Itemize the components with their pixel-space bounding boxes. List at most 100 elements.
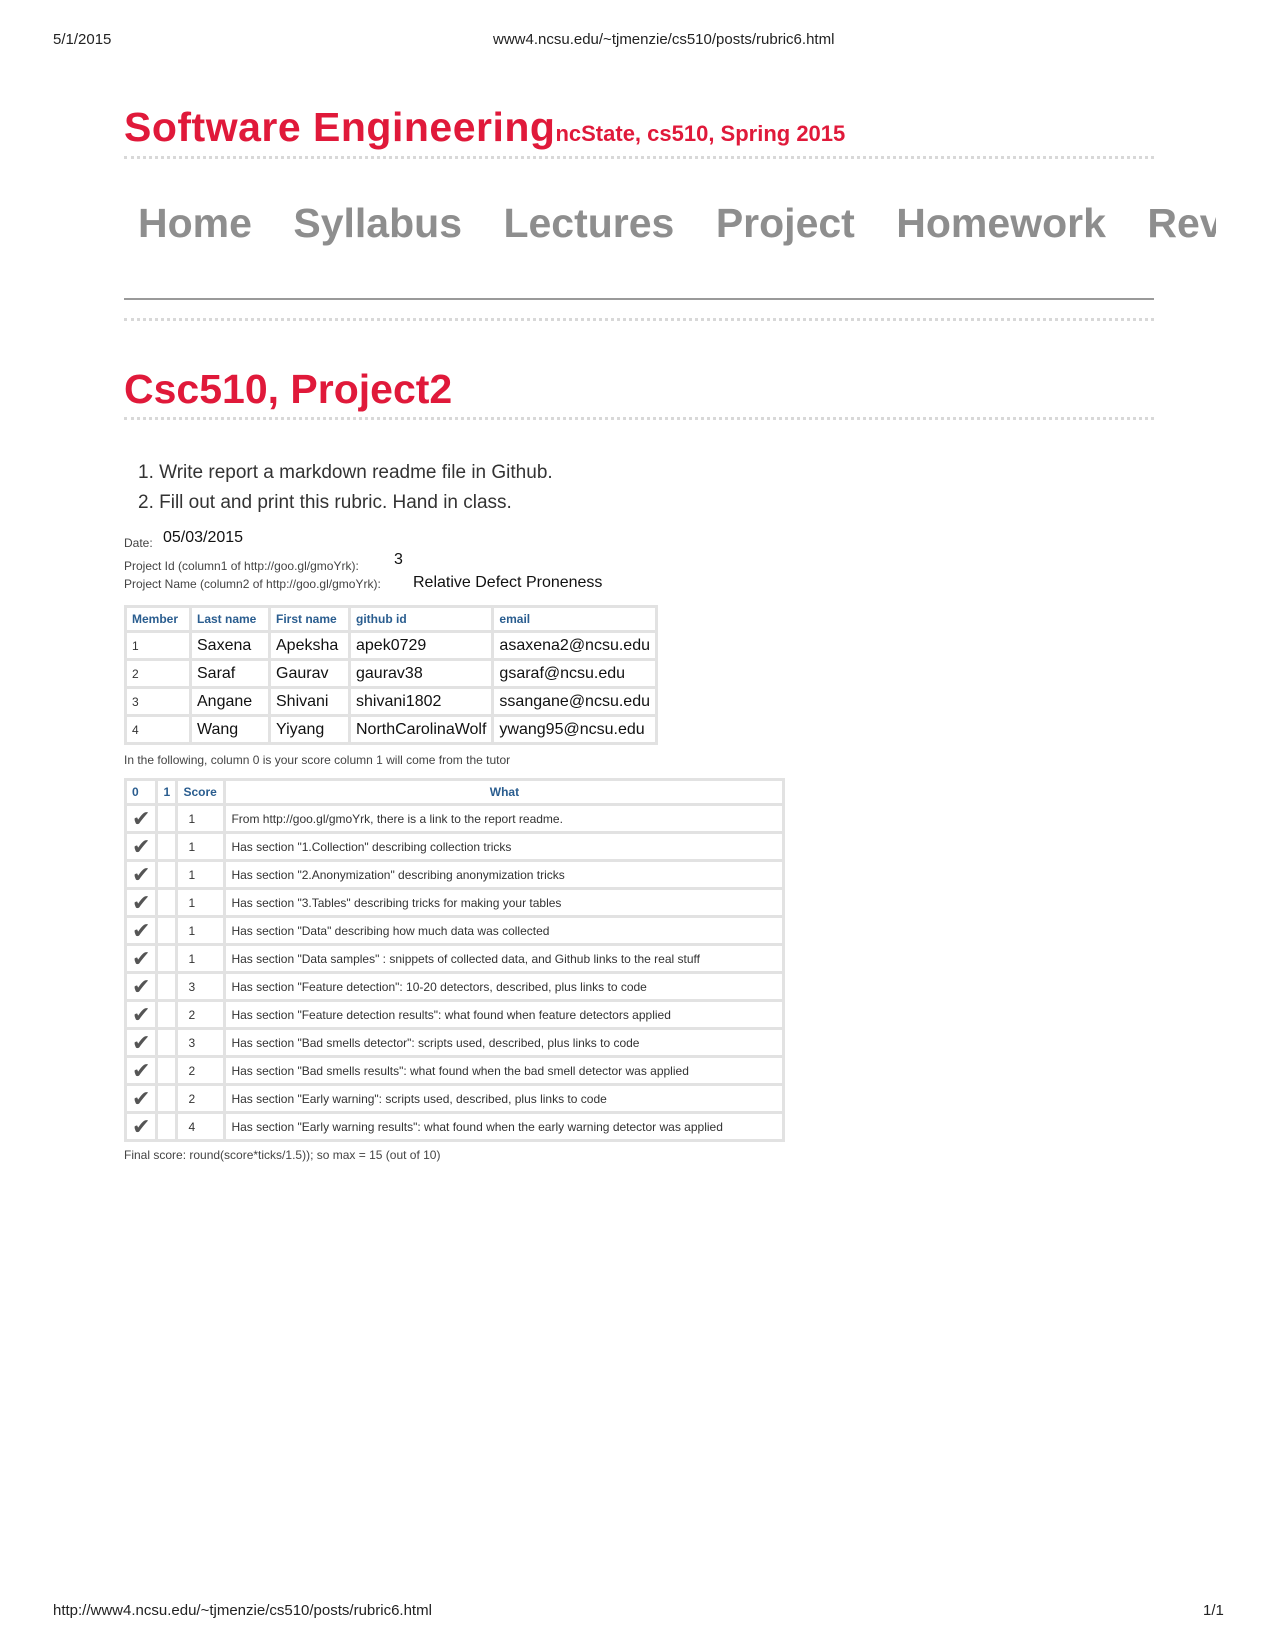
criterion-cell: Has section "Early warning": scripts use…: [226, 1086, 783, 1111]
table-row: ✔ 2 Has section "Feature detection results…: [127, 1002, 783, 1027]
tutor-cell[interactable]: [158, 834, 176, 859]
score-cell: 2: [178, 1058, 224, 1083]
nav-divider: [124, 318, 1154, 321]
checkmark-icon: ✔: [132, 889, 151, 915]
table-row: ✔ 1 Has section "Data samples" : snippets …: [127, 946, 783, 971]
tick-cell[interactable]: ✔: [127, 861, 156, 887]
nav-homework[interactable]: Homework: [896, 200, 1106, 247]
tick-cell[interactable]: ✔: [127, 834, 156, 859]
rubric-header-row: 0 1 Score What: [127, 781, 783, 803]
criterion-cell: Has section "2.Anonymization" describing…: [226, 862, 783, 887]
table-row: ✔ 2 Has section "Bad smells results": what…: [127, 1057, 783, 1083]
score-cell: 1: [178, 862, 224, 887]
tick-cell[interactable]: ✔: [127, 973, 156, 999]
checkmark-icon: ✔: [132, 973, 151, 999]
tutor-cell[interactable]: [158, 946, 176, 971]
project-id-value: 3: [394, 551, 403, 568]
score-cell: 1: [178, 834, 224, 859]
tick-cell[interactable]: ✔: [127, 917, 156, 943]
first-name-cell: Gaurav: [271, 661, 348, 686]
score-cell: 2: [178, 1086, 224, 1111]
project-name-label: Project Name (column2 of http://goo.gl/g…: [124, 577, 381, 591]
table-row: ✔ 1 Has section "1.Collection" describing …: [127, 834, 783, 859]
nav-syllabus[interactable]: Syllabus: [293, 200, 462, 247]
tick-cell[interactable]: ✔: [127, 1085, 156, 1111]
tutor-cell[interactable]: [158, 1114, 176, 1139]
github-id-cell: shivani1802: [351, 689, 492, 714]
tick-cell[interactable]: ✔: [127, 946, 156, 971]
column-header-what: What: [226, 781, 783, 803]
score-cell: 1: [178, 890, 224, 915]
score-cell: 4: [178, 1114, 224, 1139]
score-cell: 3: [178, 1030, 224, 1055]
email-cell: gsaraf@ncsu.edu: [494, 661, 655, 686]
table-row: 1 Saxena Apeksha apek0729 asaxena2@ncsu.…: [127, 633, 655, 658]
site-subtitle: ncState, cs510, Spring 2015: [555, 121, 846, 146]
tutor-cell[interactable]: [158, 1002, 176, 1027]
table-row: ✔ 1 Has section "2.Anonymization" describi…: [127, 861, 783, 887]
criterion-cell: Has section "Bad smells results": what f…: [226, 1058, 783, 1083]
tick-cell[interactable]: ✔: [127, 1057, 156, 1083]
criterion-cell: Has section "Early warning results": wha…: [226, 1114, 783, 1139]
email-cell: ssangane@ncsu.edu: [494, 689, 655, 714]
member-number: 3: [127, 689, 189, 714]
last-name-cell: Angane: [192, 689, 268, 714]
column-header-score: Score: [178, 781, 224, 803]
members-header-row: Member Last name First name github id em…: [127, 608, 655, 630]
nav-reviews[interactable]: Revi: [1147, 200, 1216, 247]
email-cell: asaxena2@ncsu.edu: [494, 633, 655, 658]
print-footer-url: http://www4.ncsu.edu/~tjmenzie/cs510/pos…: [53, 1602, 432, 1619]
instruction-item: 1. Write report a markdown readme file i…: [138, 462, 553, 483]
first-name-cell: Apeksha: [271, 633, 348, 658]
site-title[interactable]: Software Engineering: [124, 104, 555, 150]
tick-cell[interactable]: ✔: [127, 805, 156, 831]
tutor-cell[interactable]: [158, 918, 176, 943]
checkmark-icon: ✔: [132, 1113, 151, 1139]
column-header-first-name: First name: [271, 608, 348, 630]
tick-cell[interactable]: ✔: [127, 1002, 156, 1027]
tick-cell[interactable]: ✔: [127, 1029, 156, 1055]
table-row: ✔ 4 Has section "Early warning results": w…: [127, 1113, 783, 1139]
date-value: 05/03/2015: [163, 529, 244, 546]
tick-cell[interactable]: ✔: [127, 889, 156, 915]
project-id-label: Project Id (column1 of http://goo.gl/gmo…: [124, 559, 359, 573]
last-name-cell: Wang: [192, 717, 268, 742]
date-label: Date:: [124, 536, 153, 550]
print-url: www4.ncsu.edu/~tjmenzie/cs510/posts/rubr…: [493, 31, 835, 48]
checkmark-icon: ✔: [132, 805, 151, 831]
first-name-cell: Shivani: [271, 689, 348, 714]
column-header-last-name: Last name: [192, 608, 268, 630]
checkmark-icon: ✔: [132, 1029, 151, 1055]
checkmark-icon: ✔: [132, 1085, 151, 1111]
criterion-cell: Has section "1.Collection" describing co…: [226, 834, 783, 859]
tutor-cell[interactable]: [158, 806, 176, 831]
checkmark-icon: ✔: [132, 1057, 151, 1083]
nav-project[interactable]: Project: [716, 200, 855, 247]
score-cell: 1: [178, 918, 224, 943]
nav-lectures[interactable]: Lectures: [503, 200, 674, 247]
nav-home[interactable]: Home: [138, 200, 252, 247]
table-row: ✔ 2 Has section "Early warning": scripts u…: [127, 1085, 783, 1111]
tutor-cell[interactable]: [158, 862, 176, 887]
checkmark-icon: ✔: [132, 917, 151, 943]
tutor-cell[interactable]: [158, 1030, 176, 1055]
instructions-list: 1. Write report a markdown readme file i…: [138, 462, 553, 522]
tutor-cell[interactable]: [158, 890, 176, 915]
tick-cell[interactable]: ✔: [127, 1113, 156, 1139]
table-row: 3 Angane Shivani shivani1802 ssangane@nc…: [127, 689, 655, 714]
members-table: Member Last name First name github id em…: [124, 605, 658, 745]
criterion-cell: Has section "3.Tables" describing tricks…: [226, 890, 783, 915]
last-name-cell: Saraf: [192, 661, 268, 686]
project-name-value: Relative Defect Proneness: [413, 574, 603, 591]
checkmark-icon: ✔: [132, 861, 151, 887]
header-divider: [124, 156, 1154, 159]
first-name-cell: Yiyang: [271, 717, 348, 742]
tutor-cell[interactable]: [158, 974, 176, 999]
nav-rule: [124, 298, 1154, 300]
member-number: 2: [127, 661, 189, 686]
github-id-cell: gaurav38: [351, 661, 492, 686]
tutor-cell[interactable]: [158, 1086, 176, 1111]
table-row: 4 Wang Yiyang NorthCarolinaWolf ywang95@…: [127, 717, 655, 742]
github-id-cell: apek0729: [351, 633, 492, 658]
tutor-cell[interactable]: [158, 1058, 176, 1083]
